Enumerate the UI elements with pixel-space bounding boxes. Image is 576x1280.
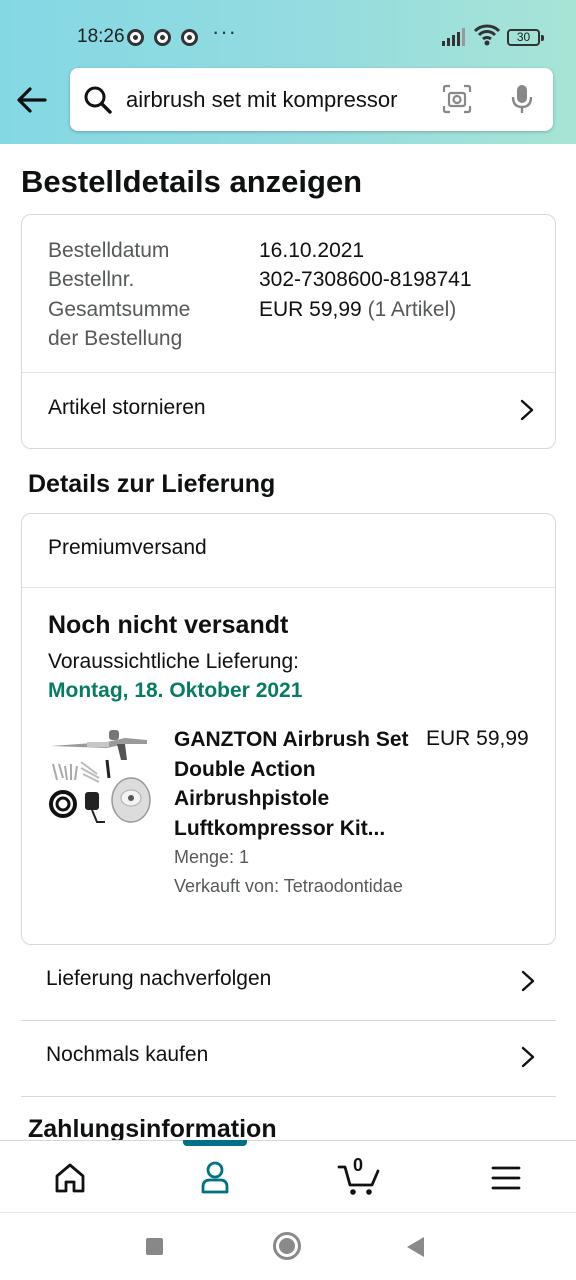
order-number-value: 302-7308600-8198741 xyxy=(259,268,472,291)
more-notifications-icon: ··· xyxy=(212,19,237,44)
active-tab-indicator xyxy=(183,1140,247,1146)
total-amount: EUR 59,99 xyxy=(259,298,362,321)
camera-scan-icon[interactable] xyxy=(442,84,472,114)
order-total-label: Gesamtsumme xyxy=(48,298,191,321)
search-icon xyxy=(84,86,112,114)
order-total-value: EUR 59,99 (1 Artikel) xyxy=(259,298,456,322)
product-quantity: Menge: 1 xyxy=(174,847,250,867)
order-total-label-line2: der Bestellung xyxy=(48,327,183,350)
total-item-count: (1 Artikel) xyxy=(367,298,457,321)
track-delivery-row[interactable]: Lieferung nachverfolgen xyxy=(21,945,556,1020)
product-seller: Verkauft von: Tetraodontidae xyxy=(174,876,403,896)
track-delivery-label: Lieferung nachverfolgen xyxy=(46,967,272,990)
status-bar: 18:26 ··· 30 xyxy=(0,19,576,54)
cancel-items-label: Artikel stornieren xyxy=(48,396,206,419)
shipment-status: Noch nicht versandt xyxy=(48,611,289,639)
chrome-notification-icon xyxy=(181,29,198,46)
recent-apps-icon[interactable] xyxy=(146,1238,163,1255)
page-title: Bestelldetails anzeigen xyxy=(21,164,363,199)
battery-icon: 30 xyxy=(507,29,544,46)
microphone-icon[interactable] xyxy=(510,83,534,115)
order-number-label: Bestellnr. xyxy=(48,268,135,291)
signal-icon xyxy=(442,28,465,46)
divider xyxy=(22,587,555,588)
chevron-right-icon xyxy=(521,970,535,992)
system-navigation-bar xyxy=(0,1212,576,1280)
status-time: 18:26 xyxy=(77,26,125,47)
wifi-icon xyxy=(474,24,500,46)
chevron-right-icon xyxy=(521,1046,535,1068)
search-bar[interactable]: airbrush set mit kompressor xyxy=(70,68,553,131)
buy-again-label: Nochmals kaufen xyxy=(46,1043,209,1066)
order-date-label: Bestelldatum xyxy=(48,239,170,262)
order-summary-card: Bestelldatum 16.10.2021 Bestellnr. 302-7… xyxy=(21,214,556,449)
system-back-icon[interactable] xyxy=(407,1237,424,1257)
chrome-notification-icon xyxy=(154,29,171,46)
home-icon[interactable] xyxy=(46,1157,94,1199)
home-circle-icon[interactable] xyxy=(273,1232,301,1260)
chrome-notification-icon xyxy=(127,29,144,46)
app-header: 18:26 ··· 30 airbrush set mit kompressor xyxy=(0,0,576,144)
estimated-delivery-date: Montag, 18. Oktober 2021 xyxy=(48,679,303,702)
estimated-delivery-label: Voraussichtliche Lieferung: xyxy=(48,650,299,673)
delivery-section-title: Details zur Lieferung xyxy=(28,470,276,498)
search-input[interactable]: airbrush set mit kompressor xyxy=(126,87,397,113)
shipping-method: Premiumversand xyxy=(48,536,207,559)
order-date-value: 16.10.2021 xyxy=(259,239,365,262)
delivery-card: Premiumversand Noch nicht versandt Vorau… xyxy=(21,513,556,945)
menu-icon[interactable] xyxy=(482,1157,530,1199)
cart-count: 0 xyxy=(353,1155,364,1175)
product-price: EUR 59,99 xyxy=(426,727,529,750)
bottom-navigation: 0 xyxy=(0,1140,576,1212)
product-title-link[interactable]: GANZTON Airbrush Set Double Action Airbr… xyxy=(174,725,414,843)
account-icon[interactable] xyxy=(191,1157,239,1199)
cancel-items-row[interactable]: Artikel stornieren xyxy=(22,373,555,449)
buy-again-row[interactable]: Nochmals kaufen xyxy=(21,1021,556,1096)
back-arrow-icon[interactable] xyxy=(14,82,50,118)
divider xyxy=(21,1096,556,1097)
chevron-right-icon xyxy=(520,399,534,421)
cart-button[interactable]: 0 xyxy=(336,1155,384,1199)
product-image[interactable] xyxy=(47,724,151,828)
